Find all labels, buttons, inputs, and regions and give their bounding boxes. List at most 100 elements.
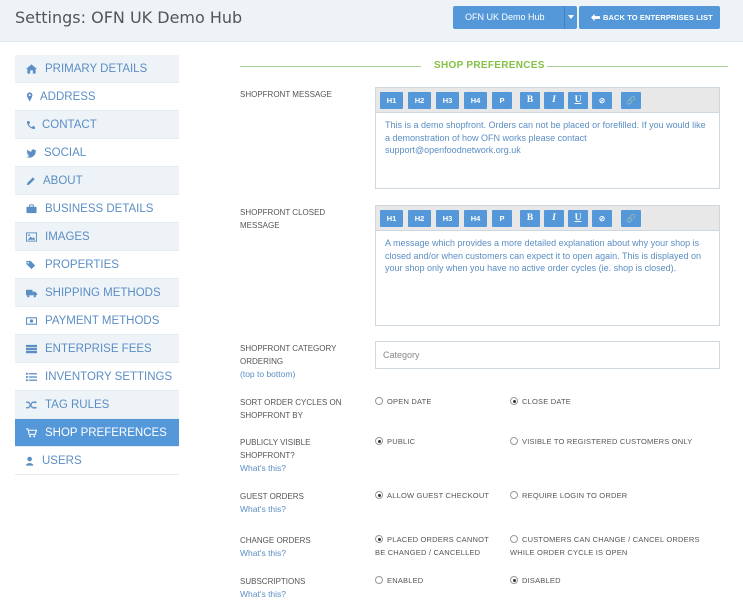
radio-subscriptions-enabled[interactable]: ENABLED xyxy=(375,575,423,588)
editor-toolbar: H1 H2 H3 H4 P B I U ⊘ 🔗 xyxy=(376,206,719,231)
truck-icon xyxy=(26,289,37,298)
shopfront-closed-message-text[interactable]: A message which provides a more detailed… xyxy=(376,231,719,281)
category-input[interactable]: Category xyxy=(375,341,720,369)
radio-allow-guest-checkout[interactable]: ALLOW GUEST CHECKOUT xyxy=(375,490,489,503)
pencil-icon xyxy=(26,177,35,186)
h2-button[interactable]: H2 xyxy=(408,92,431,109)
radio-orders-changeable[interactable]: CUSTOMERS CAN CHANGE / CANCEL ORDERS WHI… xyxy=(510,534,700,559)
radio-label: REQUIRE LOGIN TO ORDER xyxy=(522,491,628,500)
clear-format-icon[interactable]: ⊘ xyxy=(592,210,612,227)
sidebar-item-contact[interactable]: CONTACT xyxy=(15,111,179,139)
bold-button[interactable]: B xyxy=(520,92,540,109)
link-icon[interactable]: 🔗 xyxy=(621,210,641,227)
sidebar-item-label: BUSINESS DETAILS xyxy=(45,203,154,215)
radio-button[interactable] xyxy=(375,491,383,499)
radio-require-login[interactable]: REQUIRE LOGIN TO ORDER xyxy=(510,490,627,503)
sidebar-item-shipping-methods[interactable]: SHIPPING METHODS xyxy=(15,279,179,307)
paragraph-button[interactable]: P xyxy=(492,210,512,227)
hub-select[interactable]: OFN UK Demo Hub xyxy=(453,6,577,29)
publicly-visible-label: PUBLICLY VISIBLE SHOPFRONT? What's this? xyxy=(240,436,310,475)
h4-button[interactable]: H4 xyxy=(464,210,487,227)
section-title: SHOP PREFERENCES xyxy=(434,60,545,71)
underline-button[interactable]: U xyxy=(568,210,588,227)
whats-this-link[interactable]: What's this? xyxy=(240,547,311,560)
whats-this-link[interactable]: What's this? xyxy=(240,462,310,475)
change-orders-label: CHANGE ORDERS What's this? xyxy=(240,534,311,560)
sidebar-item-business-details[interactable]: BUSINESS DETAILS xyxy=(15,195,179,223)
sidebar-item-label: CONTACT xyxy=(42,119,97,131)
sidebar-item-images[interactable]: IMAGES xyxy=(15,223,179,251)
radio-button[interactable] xyxy=(510,576,518,584)
radio-button[interactable] xyxy=(510,491,518,499)
radio-button[interactable] xyxy=(510,397,518,405)
random-icon xyxy=(26,400,37,410)
radio-subscriptions-disabled[interactable]: DISABLED xyxy=(510,575,561,588)
link-icon[interactable]: 🔗 xyxy=(621,92,641,109)
shopfront-closed-message-label: SHOPFRONT CLOSED MESSAGE xyxy=(240,206,325,232)
label-line: SHOPFRONT CATEGORY xyxy=(240,344,337,353)
sidebar-item-label: ADDRESS xyxy=(40,91,96,103)
sidebar-item-address[interactable]: ADDRESS xyxy=(15,83,179,111)
shopfront-message-editor[interactable]: H1 H2 H3 H4 P B I U ⊘ 🔗 This is a demo s… xyxy=(375,87,720,189)
radio-button[interactable] xyxy=(375,437,383,445)
radio-orders-locked[interactable]: PLACED ORDERS CANNOT BE CHANGED / CANCEL… xyxy=(375,534,489,559)
back-button-label: BACK TO ENTERPRISES LIST xyxy=(603,13,713,22)
back-to-enterprises-button[interactable]: BACK TO ENTERPRISES LIST xyxy=(579,6,720,29)
sidebar-item-label: PRIMARY DETAILS xyxy=(45,63,148,75)
radio-label: OPEN DATE xyxy=(387,397,432,406)
whats-this-link[interactable]: What's this? xyxy=(240,588,305,601)
h3-button[interactable]: H3 xyxy=(436,92,459,109)
whats-this-link[interactable]: What's this? xyxy=(240,503,304,516)
h3-button[interactable]: H3 xyxy=(436,210,459,227)
sidebar-item-enterprise-fees[interactable]: ENTERPRISE FEES xyxy=(15,335,179,363)
sidebar-item-properties[interactable]: PROPERTIES xyxy=(15,251,179,279)
radio-label-line2: WHILE ORDER CYCLE IS OPEN xyxy=(510,547,628,557)
radio-public[interactable]: PUBLIC xyxy=(375,436,415,449)
sidebar-item-label: PAYMENT METHODS xyxy=(45,315,160,327)
shopfront-closed-message-editor[interactable]: H1 H2 H3 H4 P B I U ⊘ 🔗 A message which … xyxy=(375,205,720,326)
label-line: CHANGE ORDERS xyxy=(240,536,311,545)
radio-button[interactable] xyxy=(375,397,383,405)
radio-button[interactable] xyxy=(510,437,518,445)
sidebar-item-primary-details[interactable]: PRIMARY DETAILS xyxy=(15,55,179,83)
divider xyxy=(547,66,728,67)
radio-label: CUSTOMERS CAN CHANGE / CANCEL ORDERS xyxy=(522,535,700,544)
sidebar-item-inventory-settings[interactable]: INVENTORY SETTINGS xyxy=(15,363,179,391)
sidebar-item-tag-rules[interactable]: TAG RULES xyxy=(15,391,179,419)
label-line: SHOPFRONT CLOSED xyxy=(240,208,326,217)
sidebar-item-shop-preferences[interactable]: SHOP PREFERENCES xyxy=(15,419,179,447)
category-ordering-label: SHOPFRONT CATEGORY ORDERING (top to bott… xyxy=(240,342,336,381)
briefcase-icon xyxy=(26,204,37,214)
sidebar-item-users[interactable]: USERS xyxy=(15,447,179,475)
h2-button[interactable]: H2 xyxy=(408,210,431,227)
bold-button[interactable]: B xyxy=(520,210,540,227)
twitter-icon xyxy=(26,149,37,158)
select-divider xyxy=(564,6,565,29)
italic-button[interactable]: I xyxy=(544,210,564,227)
radio-open-date[interactable]: OPEN DATE xyxy=(375,396,432,409)
money-icon xyxy=(26,317,37,325)
italic-button[interactable]: I xyxy=(544,92,564,109)
sidebar-item-payment-methods[interactable]: PAYMENT METHODS xyxy=(15,307,179,335)
arrow-left-icon xyxy=(591,13,600,22)
clear-format-icon[interactable]: ⊘ xyxy=(592,92,612,109)
h1-button[interactable]: H1 xyxy=(380,210,403,227)
radio-button[interactable] xyxy=(510,535,518,543)
label-line: (top to bottom) xyxy=(240,369,296,379)
radio-button[interactable] xyxy=(375,576,383,584)
h1-button[interactable]: H1 xyxy=(380,92,403,109)
paragraph-button[interactable]: P xyxy=(492,92,512,109)
sort-order-cycles-label: SORT ORDER CYCLES ON SHOPFRONT BY xyxy=(240,396,342,422)
radio-close-date[interactable]: CLOSE DATE xyxy=(510,396,571,409)
sidebar-item-social[interactable]: SOCIAL xyxy=(15,139,179,167)
sidebar-item-about[interactable]: ABOUT xyxy=(15,167,179,195)
radio-registered-only[interactable]: VISIBLE TO REGISTERED CUSTOMERS ONLY xyxy=(510,436,692,449)
radio-label: ALLOW GUEST CHECKOUT xyxy=(387,491,490,500)
sidebar-item-label: INVENTORY SETTINGS xyxy=(45,371,173,383)
shopfront-message-text[interactable]: This is a demo shopfront. Orders can not… xyxy=(376,113,719,163)
label-line: SORT ORDER CYCLES ON xyxy=(240,398,342,407)
h4-button[interactable]: H4 xyxy=(464,92,487,109)
radio-button[interactable] xyxy=(375,535,383,543)
label-line: MESSAGE xyxy=(240,221,280,230)
underline-button[interactable]: U xyxy=(568,92,588,109)
